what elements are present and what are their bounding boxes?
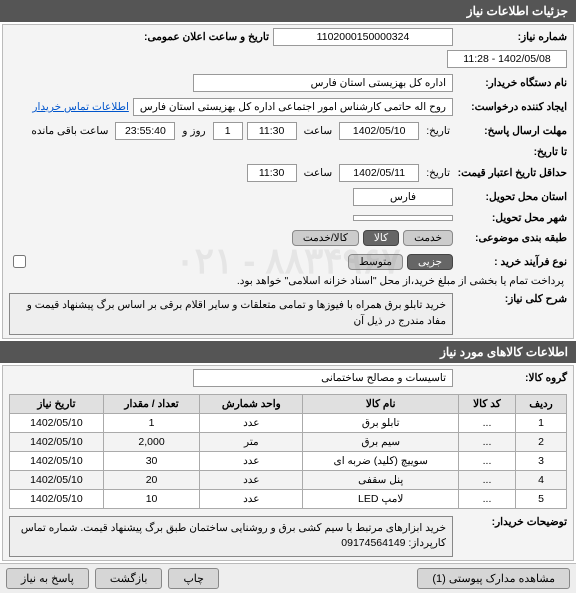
subject-class-label: طبقه بندی موضوعی: — [457, 232, 567, 244]
cell-n: 5 — [516, 489, 567, 508]
answer-button[interactable]: پاسخ به نیاز — [6, 568, 89, 589]
to-date-label: تا تاریخ: — [457, 146, 567, 158]
group-value: تاسیسات و مصالح ساختمانی — [193, 369, 453, 387]
th-unit: واحد شمارش — [200, 394, 303, 413]
treasury-checkbox[interactable] — [13, 255, 26, 268]
items-table: ردیف کد کالا نام کالا واحد شمارش تعداد /… — [9, 394, 567, 509]
need-desc: خرید تابلو برق همراه با فیوزها و تمامی م… — [9, 293, 453, 335]
day-label: روز و — [182, 125, 205, 137]
table-row: 1...تابلو برقعدد11402/05/10 — [10, 413, 567, 432]
table-row: 3...سوییچ (کلید) ضربه ایعدد301402/05/10 — [10, 451, 567, 470]
reply-time: 11:30 — [247, 122, 297, 140]
th-row: ردیف — [516, 394, 567, 413]
announce-label: تاریخ و ساعت اعلان عمومی: — [109, 31, 269, 43]
th-qty: تعداد / مقدار — [103, 394, 199, 413]
need-no-label: شماره نیاز: — [457, 31, 567, 43]
pill-goods-service[interactable]: کالا/خدمت — [292, 230, 359, 246]
delivery-city — [353, 215, 453, 221]
cell-date: 1402/05/10 — [10, 413, 104, 432]
contact-link[interactable]: اطلاعات تماس خریدار — [32, 101, 128, 113]
buyer-label: نام دستگاه خریدار: — [457, 77, 567, 89]
cell-name: لامپ LED — [303, 489, 459, 508]
pill-medium[interactable]: متوسط — [348, 254, 403, 270]
table-row: 5...لامپ LEDعدد101402/05/10 — [10, 489, 567, 508]
reply-deadline-label: مهلت ارسال پاسخ: — [457, 125, 567, 137]
pill-minor[interactable]: جزیی — [407, 254, 453, 270]
price-time: 11:30 — [247, 164, 297, 182]
table-row: 4...پنل سقفیعدد201402/05/10 — [10, 470, 567, 489]
delivery-prov-label: استان محل تحویل: — [457, 191, 567, 203]
price-date: 1402/05/11 — [339, 164, 419, 182]
price-valid-label: حداقل تاریخ اعتبار قیمت: — [457, 167, 567, 179]
cell-qty: 2,000 — [103, 432, 199, 451]
cell-unit: عدد — [200, 470, 303, 489]
cell-n: 4 — [516, 470, 567, 489]
need-no-value: 1102000150000324 — [273, 28, 453, 46]
cell-date: 1402/05/10 — [10, 451, 104, 470]
cell-date: 1402/05/10 — [10, 432, 104, 451]
cell-code: ... — [458, 432, 515, 451]
cell-unit: متر — [200, 432, 303, 451]
page-title: جزئیات اطلاعات نیاز — [0, 0, 576, 22]
process-label: نوع فرآیند خرید : — [457, 256, 567, 268]
group-label: گروه کالا: — [457, 372, 567, 384]
th-name: نام کالا — [303, 394, 459, 413]
remaining-label: ساعت باقی مانده — [31, 125, 108, 137]
remaining-time: 23:55:40 — [115, 122, 175, 140]
cell-name: سوییچ (کلید) ضربه ای — [303, 451, 459, 470]
cell-name: پنل سقفی — [303, 470, 459, 489]
table-row: 2...سیم برقمتر2,0001402/05/10 — [10, 432, 567, 451]
date-label-1: تاریخ: — [426, 125, 450, 137]
back-button[interactable]: بازگشت — [95, 568, 163, 589]
buyer-note-label: توضیحات خریدار: — [457, 516, 567, 528]
pill-service[interactable]: خدمت — [403, 230, 453, 246]
th-date: تاریخ نیاز — [10, 394, 104, 413]
attachments-button[interactable]: مشاهده مدارک پیوستی (1) — [417, 568, 570, 589]
th-code: کد کالا — [458, 394, 515, 413]
cell-unit: عدد — [200, 451, 303, 470]
cell-code: ... — [458, 413, 515, 432]
items-header: اطلاعات کالاهای مورد نیاز — [0, 341, 576, 363]
cell-date: 1402/05/10 — [10, 489, 104, 508]
delivery-prov: فارس — [353, 188, 453, 206]
pill-goods[interactable]: کالا — [363, 230, 399, 246]
cell-n: 1 — [516, 413, 567, 432]
cell-name: سیم برق — [303, 432, 459, 451]
cell-unit: عدد — [200, 413, 303, 432]
requester-label: ایجاد کننده درخواست: — [457, 101, 567, 113]
cell-qty: 20 — [103, 470, 199, 489]
payment-note: پرداخت تمام یا بخشی از مبلغ خرید،از محل … — [237, 275, 564, 287]
cell-qty: 1 — [103, 413, 199, 432]
cell-n: 3 — [516, 451, 567, 470]
print-button[interactable]: چاپ — [168, 568, 219, 589]
reply-date: 1402/05/10 — [339, 122, 419, 140]
cell-qty: 10 — [103, 489, 199, 508]
time-label-2: ساعت — [304, 167, 333, 179]
day-count: 1 — [213, 122, 243, 140]
delivery-city-label: شهر محل تحویل: — [457, 212, 567, 224]
cell-unit: عدد — [200, 489, 303, 508]
cell-code: ... — [458, 470, 515, 489]
cell-code: ... — [458, 489, 515, 508]
time-label-1: ساعت — [304, 125, 333, 137]
date-label-2: تاریخ: — [426, 167, 450, 179]
cell-code: ... — [458, 451, 515, 470]
buyer-value: اداره کل بهزیستی استان فارس — [193, 74, 453, 92]
cell-name: تابلو برق — [303, 413, 459, 432]
announce-value: 1402/05/08 - 11:28 — [447, 50, 567, 68]
need-desc-label: شرح کلی نیاز: — [457, 293, 567, 305]
requester-value: روح اله حاتمی کارشناس امور اجتماعی اداره… — [133, 98, 453, 116]
cell-qty: 30 — [103, 451, 199, 470]
cell-n: 2 — [516, 432, 567, 451]
buyer-note: خرید ابزارهای مرتبط با سیم کشی برق و روش… — [9, 516, 453, 558]
cell-date: 1402/05/10 — [10, 470, 104, 489]
